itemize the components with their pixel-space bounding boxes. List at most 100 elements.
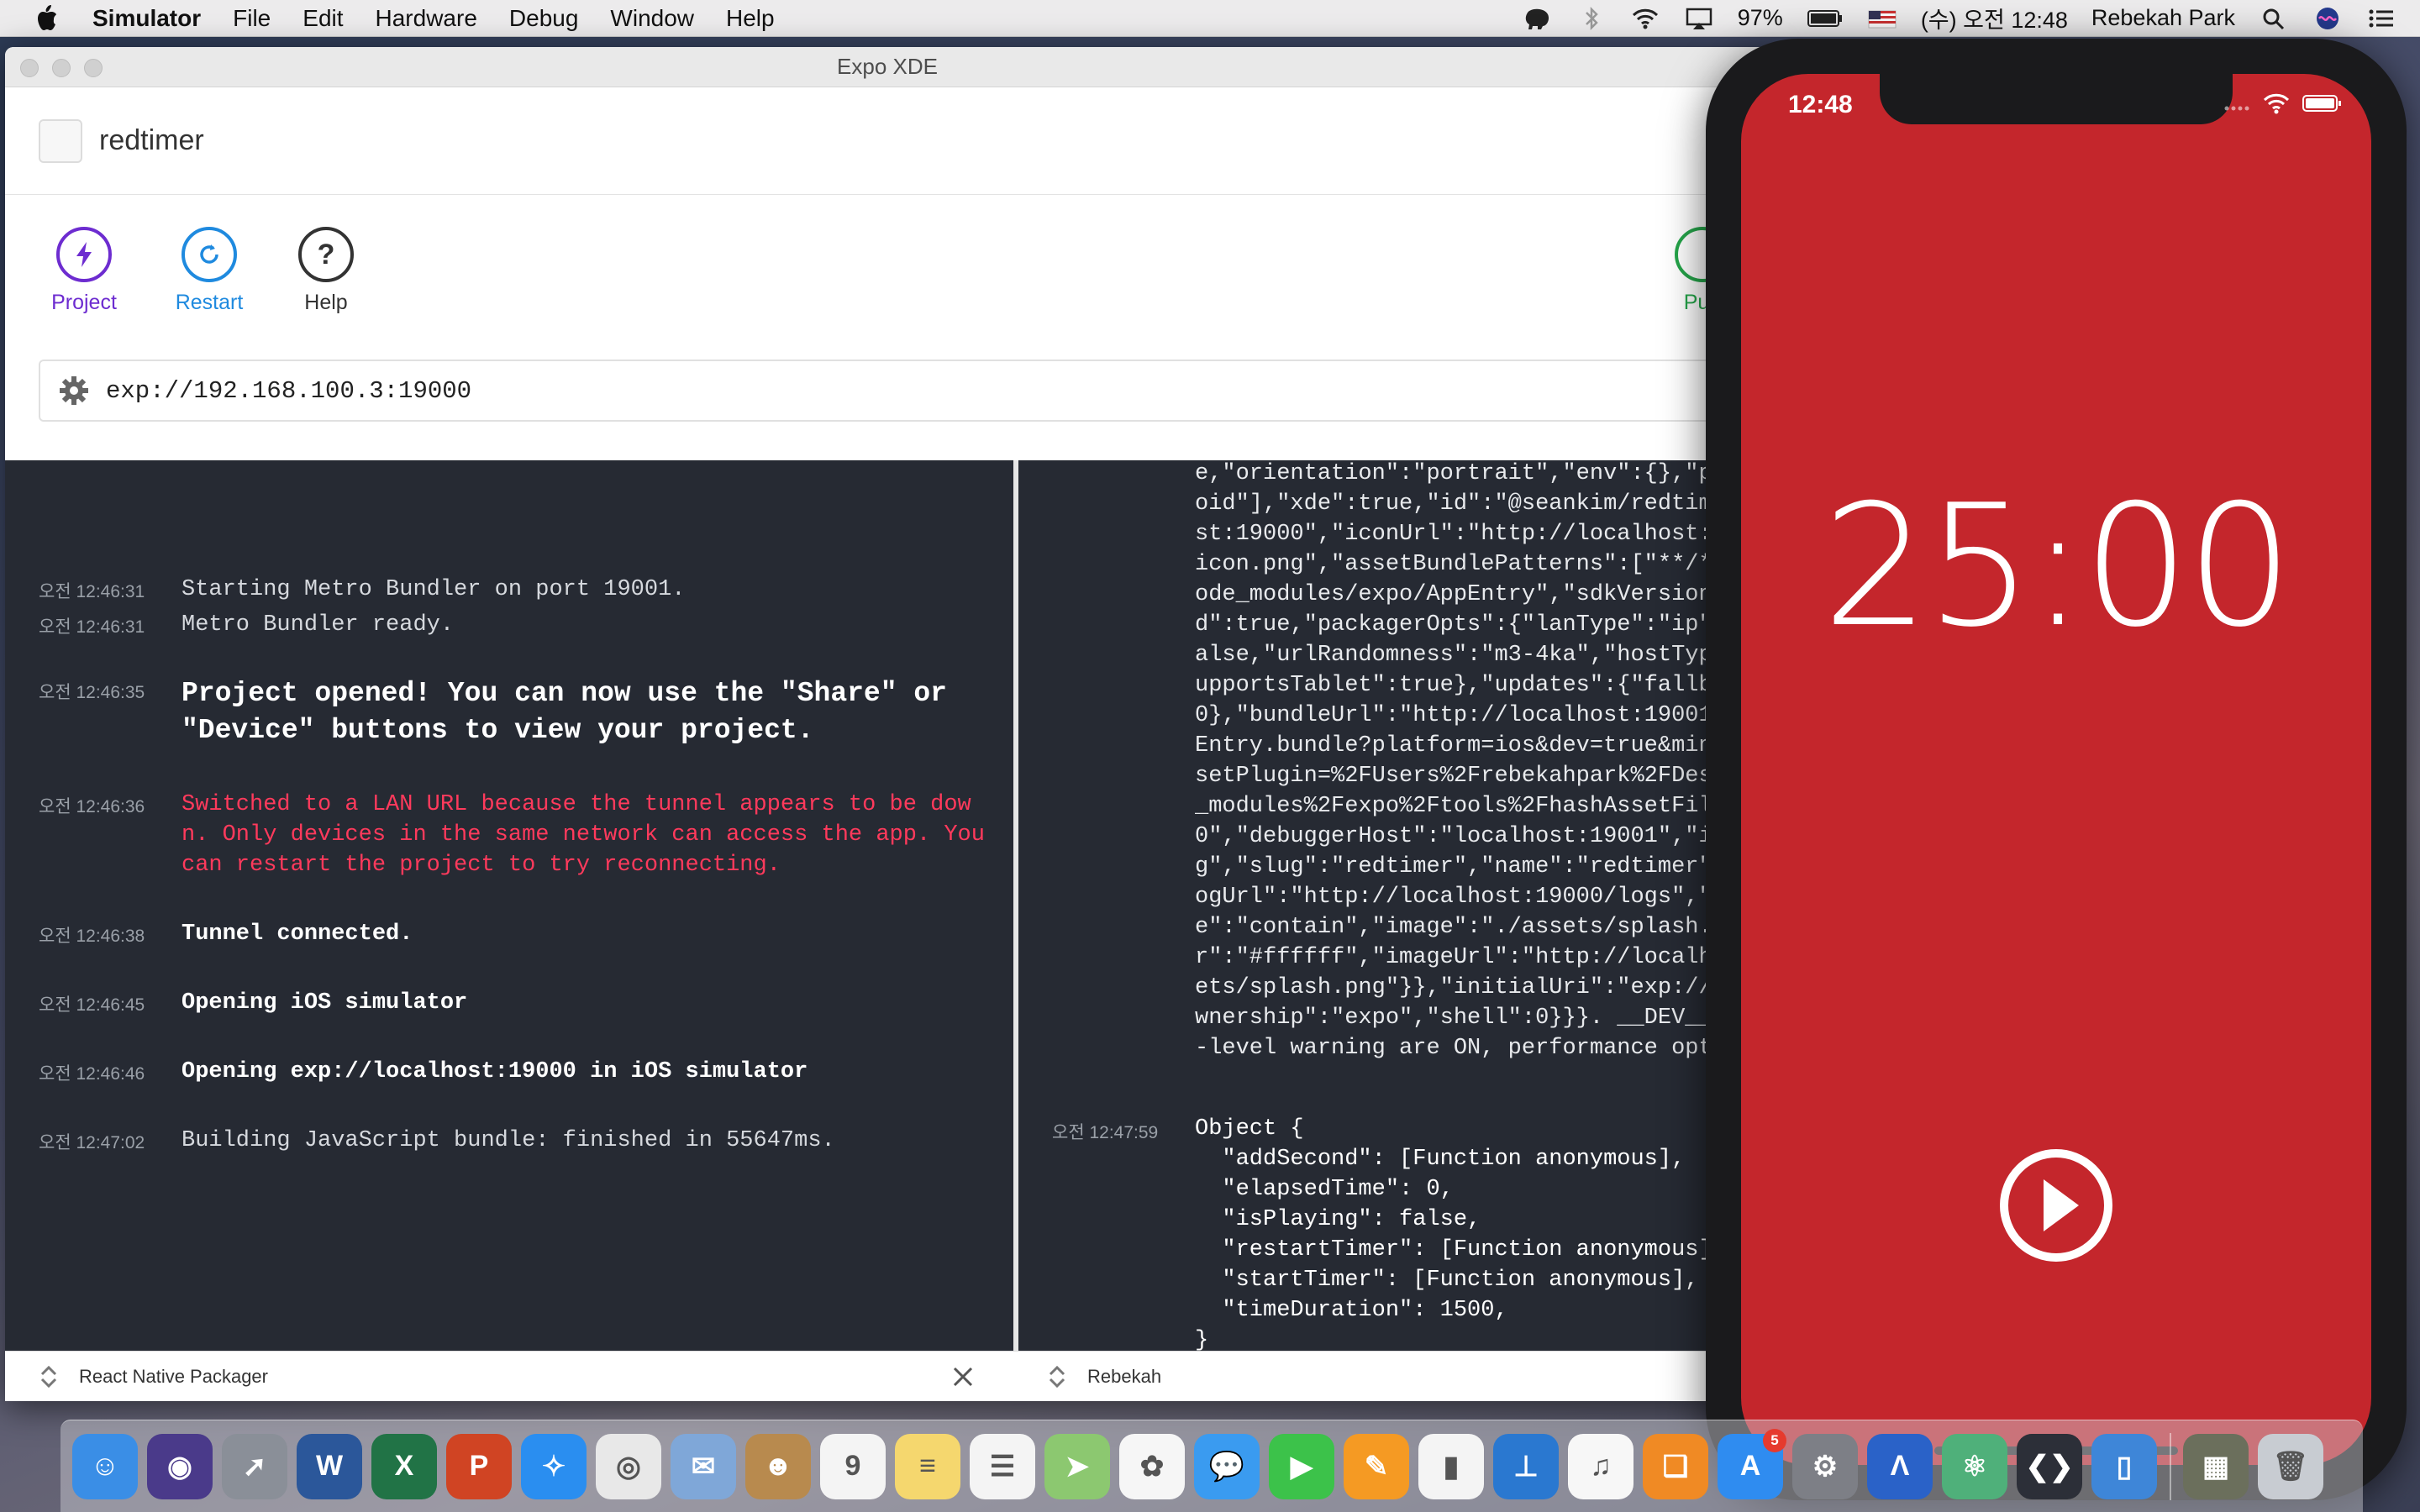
menu-clock[interactable]: (수) 오전 12:48 [1921,2,2068,34]
json-log-line: e,"orientation":"portrait","env":{},"pl [1195,461,1726,486]
siri-icon[interactable] [2312,6,2343,31]
object-log-line: "addSecond": [Function anonymous], [1195,1147,1686,1172]
up-down-arrows-icon [1049,1365,1065,1389]
dock-icon-glyph: X [394,1450,414,1482]
dock-icon-glyph: ☰ [989,1450,1016,1483]
project-url[interactable]: exp://192.168.100.3:19000 [106,377,471,405]
object-log-line: "isPlaying": false, [1195,1207,1481,1232]
notification-center-icon[interactable] [2366,6,2396,31]
mail-eagle-icon[interactable]: ✉ [671,1433,736,1499]
close-icon[interactable] [951,1365,975,1389]
numbers-chart-icon[interactable]: ▮ [1418,1433,1484,1499]
contacts-icon[interactable]: ☻ [745,1433,811,1499]
simulator-icon[interactable]: ▯ [2091,1433,2157,1499]
question-mark-icon: ? [298,227,354,282]
project-button[interactable]: Project [34,227,134,315]
word-icon[interactable]: W [297,1433,362,1499]
menu-debug[interactable]: Debug [509,5,579,32]
system-preferences-gear-icon[interactable]: ⚙ [1792,1433,1858,1499]
us-flag-icon[interactable] [1867,6,1897,31]
log-message: Switched to a LAN URL because the tunnel… [182,792,999,878]
log-entry-error: 오전 12:46:36 Switched to a LAN URL becaus… [39,790,988,880]
log-entry: 오전 12:46:46 Opening exp://localhost:1900… [39,1057,988,1087]
dock-icon-glyph: ❮❯ [2025,1450,2074,1483]
menu-hardware[interactable]: Hardware [376,5,477,32]
facetime-icon[interactable]: ▶ [1269,1433,1334,1499]
json-log-line: icon.png","assetBundlePatterns":["**/*" [1195,552,1726,577]
window-titlebar[interactable]: Expo XDE [5,47,1770,87]
packager-tab-selector[interactable]: React Native Packager [39,1352,268,1401]
calendar-icon[interactable]: 9 [820,1433,886,1499]
device-tab-selector[interactable]: Rebekah [1047,1352,1161,1401]
gear-icon[interactable] [57,374,91,407]
menu-file[interactable]: File [233,5,271,32]
log-timestamp: 오전 12:46:38 [39,927,145,946]
wifi-icon[interactable] [1630,6,1660,31]
notification-badge: 5 [1763,1428,1786,1452]
json-log-line: alse,"urlRandomness":"m3-4ka","hostType" [1195,643,1740,668]
wifi-icon [2263,93,2290,114]
json-log-line: ogUrl":"http://localhost:19000/logs","sp [1195,885,1740,910]
device-log-pane[interactable]: e,"orientation":"portrait","env":{},"pl o… [1018,460,1770,1351]
safari-compass-icon[interactable]: ✧ [521,1433,587,1499]
menu-window[interactable]: Window [610,5,694,32]
json-log-line: ode_modules/expo/AppEntry","sdkVersion" [1195,582,1726,607]
pages-icon[interactable]: ✎ [1344,1433,1409,1499]
dock-icon-glyph: Λ [1890,1450,1910,1482]
dock-icon-glyph: ☻ [763,1450,793,1482]
restart-button[interactable]: Restart [159,227,260,315]
reminders-icon[interactable]: ☰ [970,1433,1035,1499]
vscode-icon[interactable]: ❮❯ [2017,1433,2082,1499]
excel-icon[interactable]: X [371,1433,437,1499]
trash-icon[interactable]: 🗑 [2258,1433,2323,1499]
json-log-line: -level warning are ON, performance optim [1195,1036,1740,1061]
log-timestamp: 오전 12:46:46 [39,1064,145,1084]
zoom-window-button[interactable] [84,59,103,77]
ibooks-icon[interactable]: ❑ [1643,1433,1708,1499]
close-window-button[interactable] [20,59,39,77]
menu-app-name[interactable]: Simulator [92,5,201,32]
finder-icon[interactable]: ☺ [72,1433,138,1499]
bluetooth-icon[interactable] [1576,6,1607,31]
dock-icon-glyph: ◉ [167,1450,192,1483]
play-circle-icon[interactable] [1998,1147,2114,1263]
url-bar[interactable]: exp://192.168.100.3:19000 [39,360,1770,422]
packager-log-pane[interactable]: 오전 12:46:31 Starting Metro Bundler on po… [5,460,1013,1351]
maps-icon[interactable]: ➤ [1044,1433,1110,1499]
downloads-stack-icon[interactable]: ▦ [2183,1433,2249,1499]
powerpoint-icon[interactable]: P [446,1433,512,1499]
messages-icon[interactable]: 💬 [1194,1433,1260,1499]
object-log-line: "timeDuration": 1500, [1195,1298,1508,1323]
notes-icon[interactable]: ≡ [895,1433,960,1499]
json-log-line: 0","debuggerHost":"localhost:19001","ic [1195,824,1726,849]
log-message: Metro Bundler ready. [182,612,455,638]
atom-icon[interactable]: ⚛ [1942,1433,2007,1499]
project-name: redtimer [99,124,204,156]
apple-icon[interactable] [34,4,59,33]
app-store-icon[interactable]: A5 [1718,1428,1786,1499]
siri-icon[interactable]: ◉ [147,1433,213,1499]
log-message: Project opened! You can now use the "Sha… [182,678,964,746]
dock-icon-glyph: P [469,1450,489,1482]
keynote-icon[interactable]: ⊥ [1493,1433,1559,1499]
chrome-icon[interactable]: ◎ [596,1433,661,1499]
spotlight-search-icon[interactable] [2259,6,2289,31]
expo-xde-icon[interactable]: Λ [1867,1433,1933,1499]
log-timestamp: 오전 12:46:36 [39,797,145,816]
project-header: redtimer [5,87,1770,195]
log-timestamp: 오전 12:46:35 [39,683,145,702]
log-footer: React Native Packager Rebekah [5,1351,1770,1401]
evernote-elephant-icon[interactable] [1523,6,1553,31]
battery-icon[interactable] [1807,6,1844,31]
launchpad-rocket-icon[interactable]: ➚ [222,1433,287,1499]
menu-help[interactable]: Help [726,5,775,32]
log-message: Building JavaScript bundle: finished in … [182,1128,835,1153]
airplay-icon[interactable] [1684,6,1714,31]
help-button[interactable]: ? Help [276,227,376,315]
menu-user-name[interactable]: Rebekah Park [2091,5,2235,31]
minimize-window-button[interactable] [52,59,71,77]
photos-icon[interactable]: ✿ [1119,1433,1185,1499]
xde-toolbar: Project Restart ? Help Pub [5,195,1770,354]
itunes-icon[interactable]: ♫ [1568,1433,1634,1499]
menu-edit[interactable]: Edit [302,5,343,32]
